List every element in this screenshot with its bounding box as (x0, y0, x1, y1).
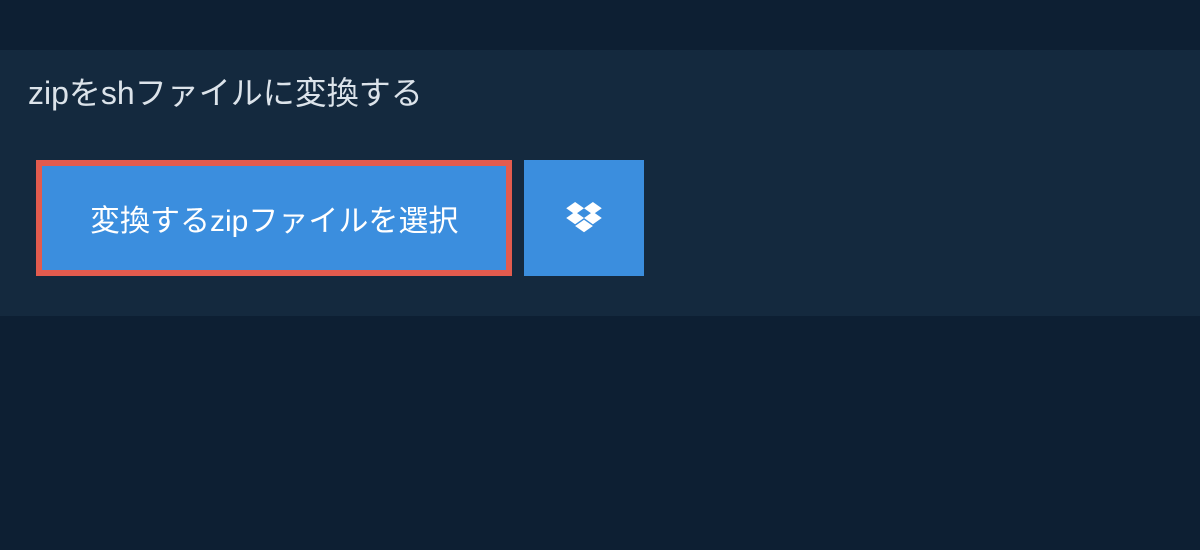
conversion-panel: zipをshファイルに変換する 変換するzipファイルを選択 (0, 50, 1200, 316)
title-bar: zipをshファイルに変換する (0, 50, 451, 132)
dropbox-icon (566, 202, 602, 234)
select-file-button[interactable]: 変換するzipファイルを選択 (36, 160, 512, 276)
page-title: zipをshファイルに変換する (28, 68, 423, 114)
dropbox-button[interactable] (524, 160, 644, 276)
select-file-label: 変換するzipファイルを選択 (90, 196, 458, 240)
button-row: 変換するzipファイルを選択 (0, 132, 1200, 276)
